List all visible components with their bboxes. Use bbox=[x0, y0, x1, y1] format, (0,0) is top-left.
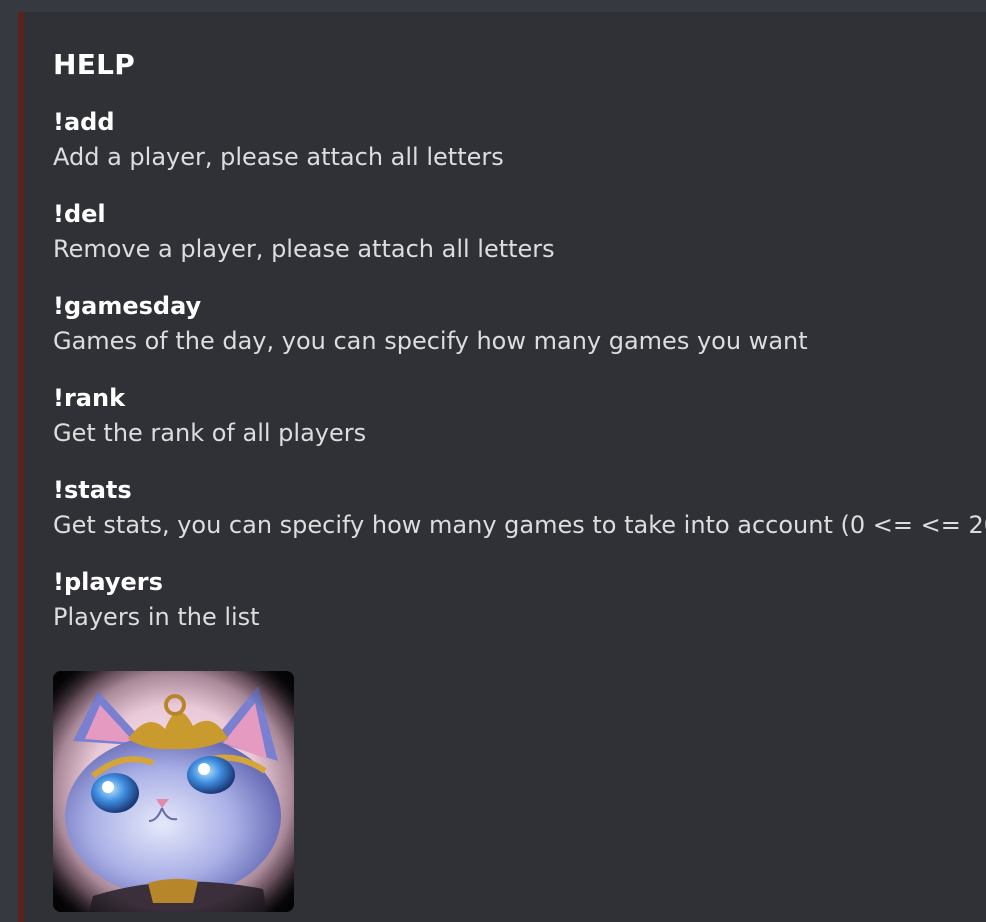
field-name: !add bbox=[53, 108, 115, 136]
embed-field-stats: !stats Get stats, you can specify how ma… bbox=[53, 474, 986, 566]
embed-field-rank: !rank Get the rank of all players bbox=[53, 382, 983, 474]
embed-thumbnail[interactable] bbox=[53, 671, 294, 912]
field-value: Players in the list bbox=[53, 603, 260, 631]
field-value: Get stats, you can specify how many game… bbox=[53, 511, 986, 539]
cat-champion-portrait-icon bbox=[53, 671, 294, 912]
field-value: Add a player, please attach all letters bbox=[53, 143, 504, 171]
field-name: !rank bbox=[53, 384, 126, 412]
chat-background: HELP !add Add a player, please attach al… bbox=[0, 0, 986, 922]
embed-field-add: !add Add a player, please attach all let… bbox=[53, 106, 983, 198]
field-name: !players bbox=[53, 568, 163, 596]
field-value: Games of the day, you can specify how ma… bbox=[53, 327, 808, 355]
field-value: Remove a player, please attach all lette… bbox=[53, 235, 555, 263]
embed-fields: !add Add a player, please attach all let… bbox=[53, 106, 986, 658]
field-name: !del bbox=[53, 200, 106, 228]
help-embed: HELP !add Add a player, please attach al… bbox=[18, 12, 986, 922]
embed-title: HELP bbox=[53, 48, 136, 81]
field-name: !gamesday bbox=[53, 292, 202, 320]
embed-field-del: !del Remove a player, please attach all … bbox=[53, 198, 983, 290]
embed-field-gamesday: !gamesday Games of the day, you can spec… bbox=[53, 290, 983, 382]
field-name: !stats bbox=[53, 476, 132, 504]
embed-field-players: !players Players in the list bbox=[53, 566, 983, 658]
field-value: Get the rank of all players bbox=[53, 419, 367, 447]
